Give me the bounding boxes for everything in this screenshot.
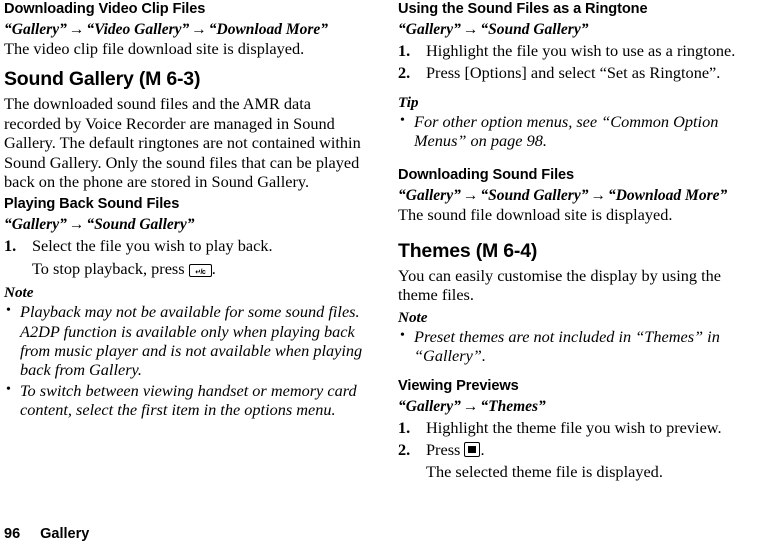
paragraph-video-clip-download: The video clip file download site is dis… [4,39,305,58]
themes-note-bullet-list: • Preset themes are not included in “The… [398,327,758,366]
step-item: 1. Highlight the theme file you wish to … [398,418,758,437]
paragraph-sound-download-site: The sound file download site is displaye… [398,204,673,224]
step-text: Highlight the file you wish to use as a … [426,41,736,60]
left-column: Downloading Video Clip Files “Gallery” → “… [4,0,364,421]
step-item: 1. Highlight the file you wish to use as… [398,41,758,60]
arrow-icon: → [68,21,85,38]
tip-label: Tip [398,93,419,111]
paragraph-sound-gallery-description: The downloaded sound files and the AMR d… [4,94,361,192]
step-text: Select the file you wish to play back. [32,236,273,256]
note-label: Note [4,284,34,302]
nav-path-video-gallery: “Gallery” → “Video Gallery” → “Download More… [4,20,364,39]
center-select-key-icon [464,442,481,458]
nav-path-themes: “Gallery” → “Themes” [398,397,758,416]
step-number: 1. [4,236,17,256]
note-bullet-text: To switch between viewing handset or mem… [20,380,357,420]
stop-playback-text: To stop playback, press [32,258,185,278]
nav-step: “Download More” [208,21,329,38]
step-number: 1. [398,41,411,60]
step-number: 1. [398,417,411,437]
page-footer: 96 Gallery [4,526,89,543]
bullet-icon: • [400,327,405,343]
paragraph-themes-description: You can easily customise the display by … [398,266,722,305]
center-select-key-fill [467,445,476,453]
tip-bullet-list: • For other option menus, see “Common Op… [398,112,758,151]
steps-playing-back: 1. Select the file you wish to play back… [4,236,364,255]
step-number: 2. [398,63,411,83]
nav-step: “Themes” [480,397,546,415]
themes-note-bullet-text: Preset themes are not included in “Theme… [414,326,720,366]
nav-step: “Gallery” [4,216,67,234]
arrow-icon: → [68,216,85,234]
nav-step: “Sound Gallery” [86,216,195,234]
step-item-press-key: 2. Press . [398,440,758,459]
arrow-icon: → [191,21,207,38]
bullet-icon: • [400,112,405,128]
steps-viewing-previews: 1. Highlight the theme file you wish to … [398,418,758,460]
arrow-icon: → [590,186,606,204]
nav-path-ringtone: “Gallery” → “Sound Gallery” [398,20,758,39]
step-text: Press [Options] and select “Set as Ringt… [426,63,721,83]
themes-note-bullet-item: • Preset themes are not included in “The… [398,327,758,366]
footer-page-number: 96 [4,526,21,542]
nav-step: “Gallery” [398,397,461,415]
nav-step: “Video Gallery” [86,21,190,38]
tip-bullet-item: • For other option menus, see “Common Op… [398,112,758,151]
press-period: . [480,440,485,460]
footer-section-name: Gallery [40,526,90,542]
heading-viewing-previews: Viewing Previews [398,377,519,394]
themes-note-label: Note [398,308,428,326]
stop-playback-instruction: To stop playback, press ↵/c. [4,259,364,278]
step-item: 1. Select the file you wish to play back… [4,236,364,255]
stop-playback-period: . [211,258,216,278]
arrow-icon: → [462,186,479,204]
note-bullet-text: Playback may not be available for some s… [20,302,363,380]
note-bullet-item: • Playback may not be available for some… [4,302,364,380]
nav-step: “Sound Gallery” [480,21,589,38]
nav-step: “Download More” [607,186,728,204]
step-text: Press [426,440,461,460]
heading-sound-gallery: Sound Gallery (M 6-3) [4,68,201,91]
preview-result-text: The selected theme file is displayed. [426,462,663,482]
heading-downloading-video-clip-files: Downloading Video Clip Files [4,1,206,17]
clear-key-label: ↵/c [195,268,206,276]
heading-using-sound-files-as-ringtone: Using the Sound Files as a Ringtone [398,1,648,17]
arrow-icon: → [462,21,479,38]
right-column: Using the Sound Files as a Ringtone “Gal… [398,0,758,482]
nav-step: “Gallery” [4,21,67,38]
nav-step: “Sound Gallery” [480,186,589,204]
bullet-icon: • [6,303,11,319]
heading-downloading-sound-files: Downloading Sound Files [398,166,575,183]
nav-step: “Gallery” [398,21,461,38]
nav-path-sound-gallery: “Gallery” → “Sound Gallery” [4,215,364,234]
clear-key-icon: ↵/c [188,263,212,277]
note-bullet-list: • Playback may not be available for some… [4,302,364,419]
manual-page: Downloading Video Clip Files “Gallery” → “… [0,0,763,551]
heading-themes: Themes (M 6-4) [398,240,538,263]
steps-ringtone: 1. Highlight the file you wish to use as… [398,41,758,83]
nav-path-download-sound: “Gallery” → “Sound Gallery” → “Download More… [398,186,758,205]
step-number: 2. [398,440,411,460]
step-item: 2. Press [Options] and select “Set as Ri… [398,63,758,82]
step-text: Highlight the theme file you wish to pre… [426,417,722,437]
two-column-body: Downloading Video Clip Files “Gallery” → “… [0,0,763,515]
heading-playing-back-sound-files: Playing Back Sound Files [4,196,180,213]
tip-bullet-text: For other option menus, see “Common Opti… [414,111,719,151]
arrow-icon: → [462,397,479,415]
bullet-icon: • [6,381,11,397]
nav-step: “Gallery” [398,186,461,204]
note-bullet-item: • To switch between viewing handset or m… [4,381,364,420]
